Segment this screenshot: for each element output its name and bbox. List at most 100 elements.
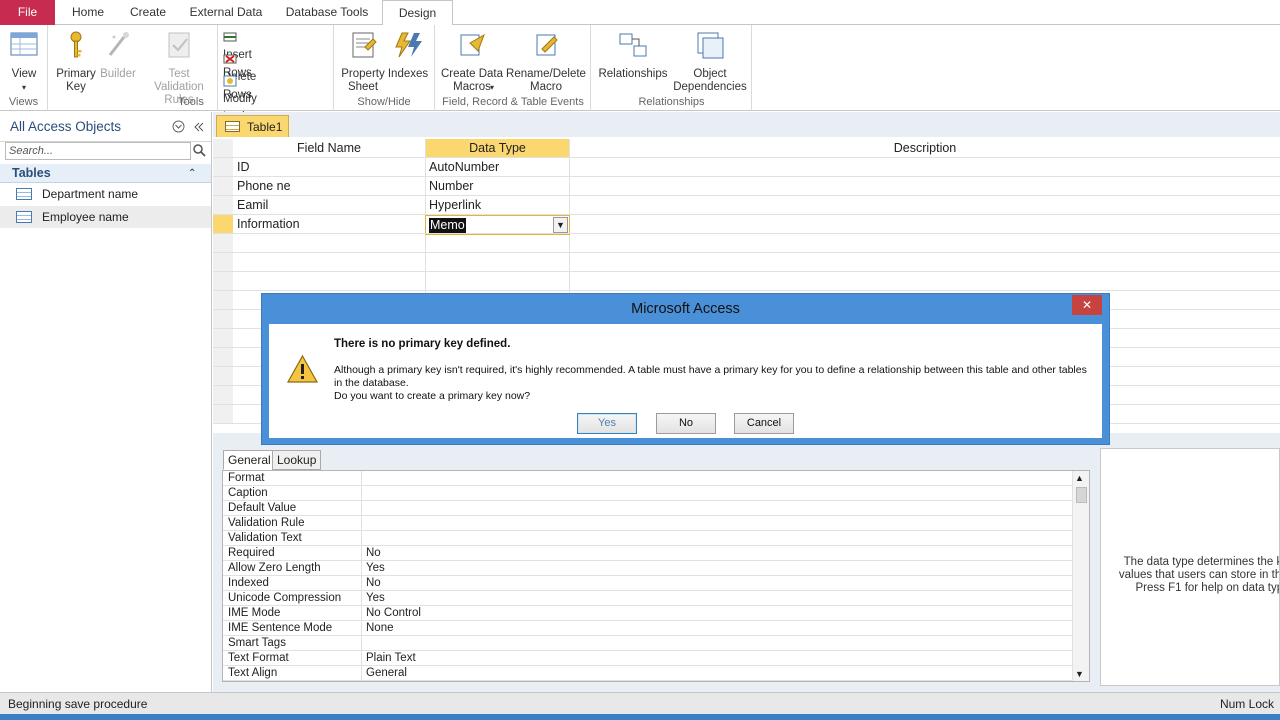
rename-delete-macro-button[interactable]: Rename/Delete Macro xyxy=(506,29,586,94)
tab-database-tools[interactable]: Database Tools xyxy=(280,0,374,25)
tab-design[interactable]: Design xyxy=(382,0,453,26)
property-name: Text Format xyxy=(228,652,289,664)
row-selector[interactable] xyxy=(213,234,233,253)
nav-item-employee-name[interactable]: Employee name xyxy=(0,206,211,228)
property-row[interactable]: Indexed No xyxy=(223,576,1073,591)
num-lock-indicator: Num Lock xyxy=(1219,697,1274,711)
row-selector-current[interactable] xyxy=(213,215,233,234)
indexes-button[interactable]: Indexes xyxy=(386,29,430,81)
close-button[interactable]: ✕ xyxy=(1072,295,1102,315)
tab-create[interactable]: Create xyxy=(120,0,176,25)
property-value[interactable] xyxy=(361,501,1073,516)
modify-lookups-button[interactable]: Modify Lookups xyxy=(223,72,266,123)
row-selector[interactable] xyxy=(213,253,233,272)
delete-rows-button[interactable]: Delete Rows xyxy=(223,50,256,101)
group-label-events: Field, Record & Table Events xyxy=(442,96,584,108)
tab-lookup[interactable]: Lookup xyxy=(272,450,322,470)
property-value[interactable] xyxy=(361,516,1073,531)
dialog-body-text: Although a primary key isn't required, i… xyxy=(334,364,1087,389)
builder-label: Builder xyxy=(100,68,136,80)
object-dependencies-label: Object Dependencies xyxy=(673,68,747,93)
nav-item-department-name[interactable]: Department name xyxy=(0,183,211,205)
search-icon[interactable] xyxy=(192,143,206,157)
row-selector[interactable] xyxy=(213,386,233,405)
scrollbar-thumb[interactable] xyxy=(1076,487,1087,503)
tab-general[interactable]: General xyxy=(223,450,276,470)
property-value[interactable]: General xyxy=(361,666,1073,681)
property-value[interactable] xyxy=(361,531,1073,546)
property-row[interactable]: Validation Rule xyxy=(223,516,1073,531)
nav-section-label: Tables xyxy=(12,166,51,180)
property-value[interactable]: Plain Text xyxy=(361,651,1073,666)
property-row[interactable]: Validation Text xyxy=(223,531,1073,546)
primary-key-button[interactable]: Primary Key xyxy=(52,29,100,94)
collapse-pane-icon[interactable] xyxy=(193,121,205,133)
nav-header-title: All Access Objects xyxy=(10,119,122,134)
table-icon xyxy=(16,211,32,223)
nav-search-input[interactable]: Search... xyxy=(5,142,191,160)
property-row[interactable]: Smart Tags xyxy=(223,636,1073,651)
property-row[interactable]: IME Mode No Control xyxy=(223,606,1073,621)
rename-delete-macro-label: Rename/Delete Macro xyxy=(506,68,586,93)
row-selector[interactable] xyxy=(213,329,233,348)
insert-rows-button[interactable]: Insert Rows xyxy=(223,28,252,79)
no-button[interactable]: No xyxy=(656,413,716,434)
tab-home[interactable]: Home xyxy=(62,0,114,25)
view-icon xyxy=(10,32,38,56)
property-row[interactable]: Format xyxy=(223,471,1073,486)
view-button[interactable]: View ▾ xyxy=(6,29,42,94)
property-row[interactable]: Caption xyxy=(223,486,1073,501)
document-tab-table1[interactable]: Table1 xyxy=(216,115,289,137)
grid-corner[interactable] xyxy=(213,139,233,158)
property-row[interactable]: Required No xyxy=(223,546,1073,561)
view-label: View xyxy=(11,68,37,80)
property-value[interactable] xyxy=(361,471,1073,486)
property-value[interactable]: No Control xyxy=(361,606,1073,621)
property-name: IME Sentence Mode xyxy=(228,622,333,634)
relationships-button[interactable]: Relationships xyxy=(596,29,670,81)
nav-dropdown-icon[interactable] xyxy=(172,120,185,133)
row-selector[interactable] xyxy=(213,405,233,424)
property-value[interactable]: None xyxy=(361,621,1073,636)
scroll-up-icon[interactable]: ▲ xyxy=(1075,473,1084,483)
dialog-message: Although a primary key isn't required, i… xyxy=(334,364,1094,403)
group-relationships: Relationships Object Dependencies Relati… xyxy=(592,25,752,111)
properties-scrollbar[interactable]: ▲ ▼ xyxy=(1072,471,1089,681)
tab-file[interactable]: File xyxy=(0,0,55,25)
property-row[interactable]: Unicode Compression Yes xyxy=(223,591,1073,606)
create-data-macros-button[interactable]: Create Data Macros ▾ xyxy=(439,29,505,94)
builder-button[interactable]: Builder xyxy=(97,29,139,81)
yes-button[interactable]: Yes xyxy=(577,413,637,434)
property-value[interactable] xyxy=(361,636,1073,651)
cancel-button[interactable]: Cancel xyxy=(734,413,794,434)
property-row[interactable]: Default Value xyxy=(223,501,1073,516)
row-selector[interactable] xyxy=(213,310,233,329)
group-label-views: Views xyxy=(8,96,39,108)
row-selector[interactable] xyxy=(213,272,233,291)
collapse-section-icon[interactable]: ⌃ xyxy=(188,164,196,183)
nav-section-tables[interactable]: Tables ⌃ xyxy=(0,164,211,183)
row-selector[interactable] xyxy=(213,367,233,386)
property-value[interactable]: Yes xyxy=(361,591,1073,606)
row-selector[interactable] xyxy=(213,158,233,177)
property-row[interactable]: Text Align General xyxy=(223,666,1073,681)
row-selector[interactable] xyxy=(213,177,233,196)
property-row[interactable]: Text Format Plain Text xyxy=(223,651,1073,666)
row-selector[interactable] xyxy=(213,196,233,215)
property-row[interactable]: Allow Zero Length Yes xyxy=(223,561,1073,576)
property-name: IME Mode xyxy=(228,607,281,619)
property-value[interactable] xyxy=(361,486,1073,501)
scroll-down-icon[interactable]: ▼ xyxy=(1075,669,1084,679)
object-dependencies-button[interactable]: Object Dependencies xyxy=(672,29,748,94)
property-value[interactable]: No xyxy=(361,576,1073,591)
property-value[interactable]: No xyxy=(361,546,1073,561)
property-sheet-button[interactable]: Property Sheet xyxy=(338,29,388,94)
row-selector[interactable] xyxy=(213,291,233,310)
property-row[interactable]: IME Sentence Mode None xyxy=(223,621,1073,636)
tab-external-data[interactable]: External Data xyxy=(182,0,270,25)
ribbon: View ▾ Views Primary Key Builder Test Va… xyxy=(0,25,1280,123)
property-value[interactable]: Yes xyxy=(361,561,1073,576)
taskbar xyxy=(0,714,1280,720)
nav-header[interactable]: All Access Objects xyxy=(0,112,211,142)
row-selector[interactable] xyxy=(213,348,233,367)
